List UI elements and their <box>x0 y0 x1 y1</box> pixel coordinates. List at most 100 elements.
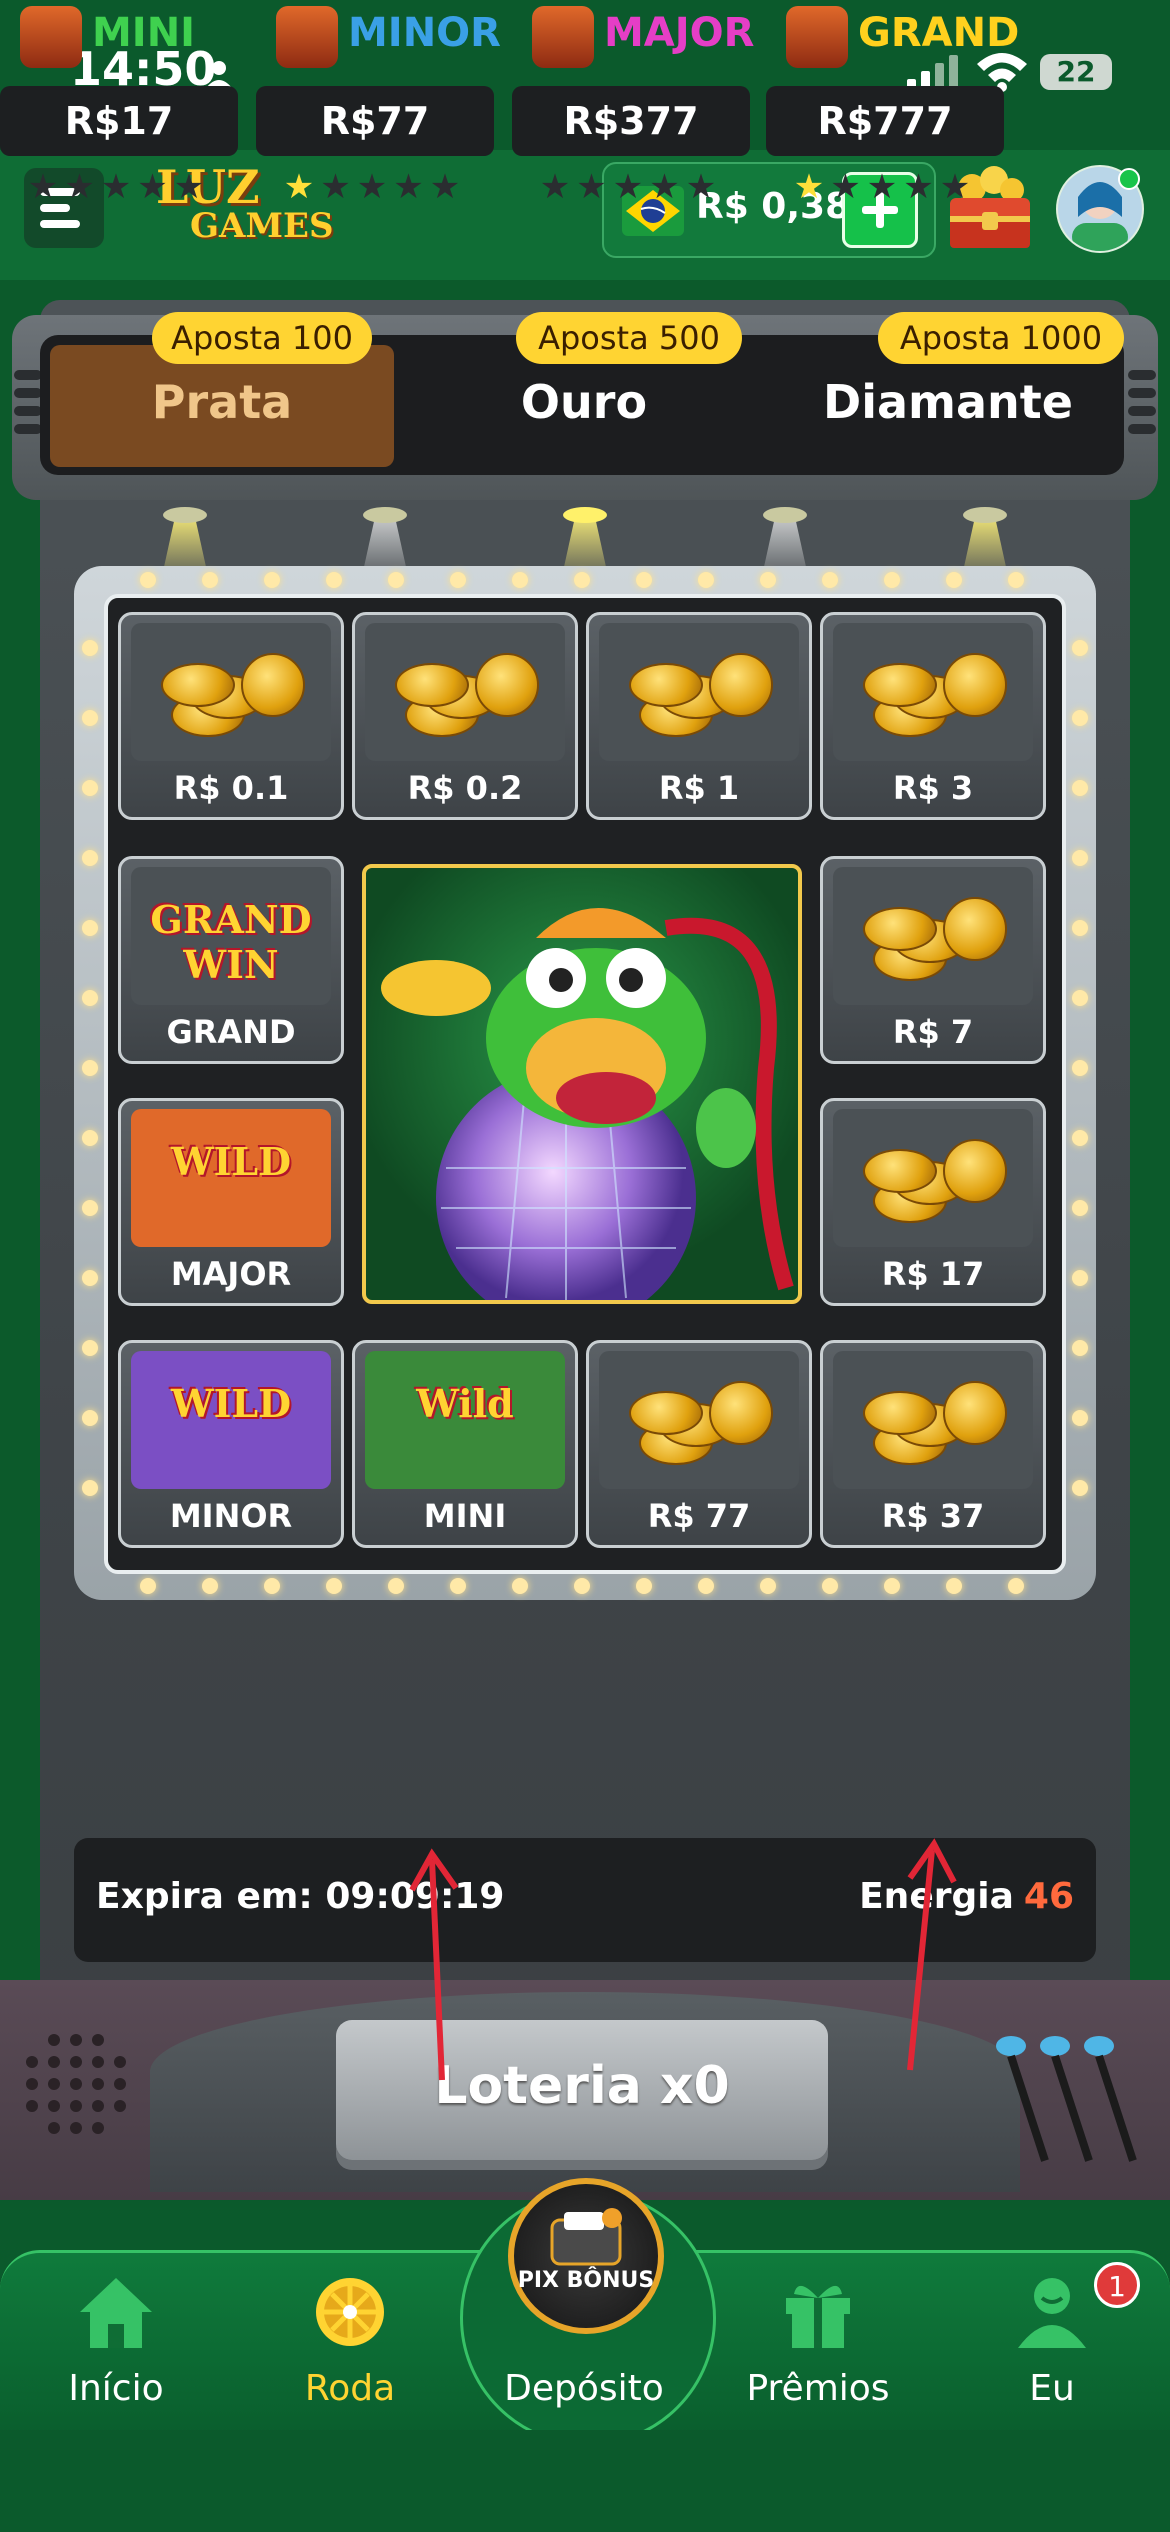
marquee-bulb <box>1072 710 1088 726</box>
coins-icon <box>131 623 331 761</box>
tile-art-text: Wild <box>416 1381 514 1426</box>
marquee-bulb <box>636 572 652 588</box>
star-icon: ★ <box>939 167 977 207</box>
jackpot-value: R$377 <box>512 86 750 156</box>
marquee-bulb <box>450 1578 466 1594</box>
star-icon: ★ <box>685 167 723 207</box>
marquee-bulb <box>82 710 98 726</box>
marquee-bulb <box>82 780 98 796</box>
notification-badge: 1 <box>1094 2262 1140 2308</box>
jackpot-stars: ★★★★★ <box>766 170 1004 204</box>
jackpot-value: R$77 <box>256 86 494 156</box>
tile-art-text: WILD <box>170 1381 292 1426</box>
nav-roda[interactable]: Roda <box>250 2270 450 2420</box>
prize-tile: R$ 0.1 <box>118 612 344 820</box>
annotation-arrow-icon <box>907 1838 957 2071</box>
jackpot-name: MINI <box>92 10 196 56</box>
prize-tile: R$ 7 <box>820 856 1046 1064</box>
jackpot-stars: ★★★★★ <box>0 170 238 204</box>
star-icon: ★ <box>866 167 904 207</box>
jackpot-header: MINOR <box>256 0 506 70</box>
nav-eu-label: Eu <box>1029 2368 1075 2409</box>
star-icon: ★ <box>539 167 577 207</box>
prize-tile: R$ 3 <box>820 612 1046 820</box>
marquee-bulb <box>822 1578 838 1594</box>
marquee-bulb <box>1008 1578 1024 1594</box>
nav-roda-label: Roda <box>304 2368 396 2409</box>
jackpot-stars: ★★★★★ <box>256 170 494 204</box>
tab-diamante[interactable]: Diamante <box>778 375 1118 429</box>
star-icon: ★ <box>27 167 65 207</box>
marquee-bulb <box>388 572 404 588</box>
star-icon: ★ <box>173 167 211 207</box>
star-icon: ★ <box>649 167 686 207</box>
home-indicator-area <box>0 2430 1170 2532</box>
coins-icon <box>599 1351 799 1489</box>
online-status-dot <box>1118 168 1140 190</box>
tile-art-text: WILD <box>170 1139 292 1184</box>
marquee-bulb <box>698 1578 714 1594</box>
marquee-bulb <box>326 572 342 588</box>
marquee-bulb <box>884 1578 900 1594</box>
right-vent <box>1128 370 1156 460</box>
marquee-bulb <box>264 1578 280 1594</box>
prize-tile-label: R$ 37 <box>881 1497 985 1535</box>
prize-tile: Wild MINI <box>352 1340 578 1548</box>
marquee-bulb <box>82 1410 98 1426</box>
dragon-disco-ball-icon <box>381 908 794 1300</box>
home-icon <box>80 2278 152 2348</box>
nav-deposito[interactable]: Depósito <box>484 2270 684 2420</box>
marquee-bulb <box>512 572 528 588</box>
nav-inicio-label: Início <box>68 2368 164 2409</box>
prize-tile-label: R$ 1 <box>658 769 740 807</box>
marquee-bulb <box>140 1578 156 1594</box>
coins-icon <box>833 867 1033 1005</box>
tab-prata[interactable]: Prata <box>52 375 392 429</box>
marquee-bulb <box>1072 1130 1088 1146</box>
marquee-bulb <box>1008 572 1024 588</box>
marquee-bulb <box>822 572 838 588</box>
star-icon: ★ <box>612 167 650 207</box>
coins-icon <box>833 1351 1033 1489</box>
star-icon: ★ <box>576 167 613 207</box>
jackpot-name: MAJOR <box>604 10 755 56</box>
nav-premios-label: Prêmios <box>746 2368 890 2409</box>
lever-1 <box>996 2036 1049 2162</box>
prize-tile: GRAND WIN GRAND <box>118 856 344 1064</box>
marquee-bulb <box>82 1060 98 1076</box>
logo-text-bottom: GAMES <box>190 206 334 246</box>
marquee-bulb <box>760 572 776 588</box>
center-dragon-image <box>362 864 802 1304</box>
prize-tile: WILD MINOR <box>118 1340 344 1548</box>
star-icon: ★ <box>283 167 321 207</box>
marquee-bulb <box>82 640 98 656</box>
jackpot-header: MINI <box>0 0 250 70</box>
prize-tile: R$ 37 <box>820 1340 1046 1548</box>
nav-inicio[interactable]: Início <box>16 2270 216 2420</box>
marquee-bulb <box>82 920 98 936</box>
nav-premios[interactable]: Prêmios <box>718 2270 918 2420</box>
coins-icon <box>833 623 1033 761</box>
prize-tile-label: MINOR <box>169 1497 293 1535</box>
jackpot-icon <box>276 6 338 68</box>
tab-ouro[interactable]: Ouro <box>414 375 754 429</box>
marquee-bulb <box>760 1578 776 1594</box>
marquee-bulb <box>1072 1480 1088 1496</box>
prize-tile-label: R$ 3 <box>892 769 974 807</box>
marquee-bulb <box>698 572 714 588</box>
marquee-bulb <box>202 1578 218 1594</box>
jackpot-header: MAJOR <box>512 0 762 70</box>
coins-icon <box>833 1109 1033 1247</box>
left-vent <box>14 370 42 460</box>
prize-tile-label: GRAND <box>166 1013 296 1051</box>
jackpot-name: GRAND <box>858 10 1020 56</box>
star-icon: ★ <box>137 167 174 207</box>
marquee-bulb <box>636 1578 652 1594</box>
marquee-bulb <box>884 572 900 588</box>
marquee-bulb <box>264 572 280 588</box>
star-icon: ★ <box>100 167 138 207</box>
prize-tile: WILD MAJOR <box>118 1098 344 1306</box>
marquee-bulb <box>140 572 156 588</box>
coins-icon <box>365 623 565 761</box>
marquee-bulb <box>326 1578 342 1594</box>
